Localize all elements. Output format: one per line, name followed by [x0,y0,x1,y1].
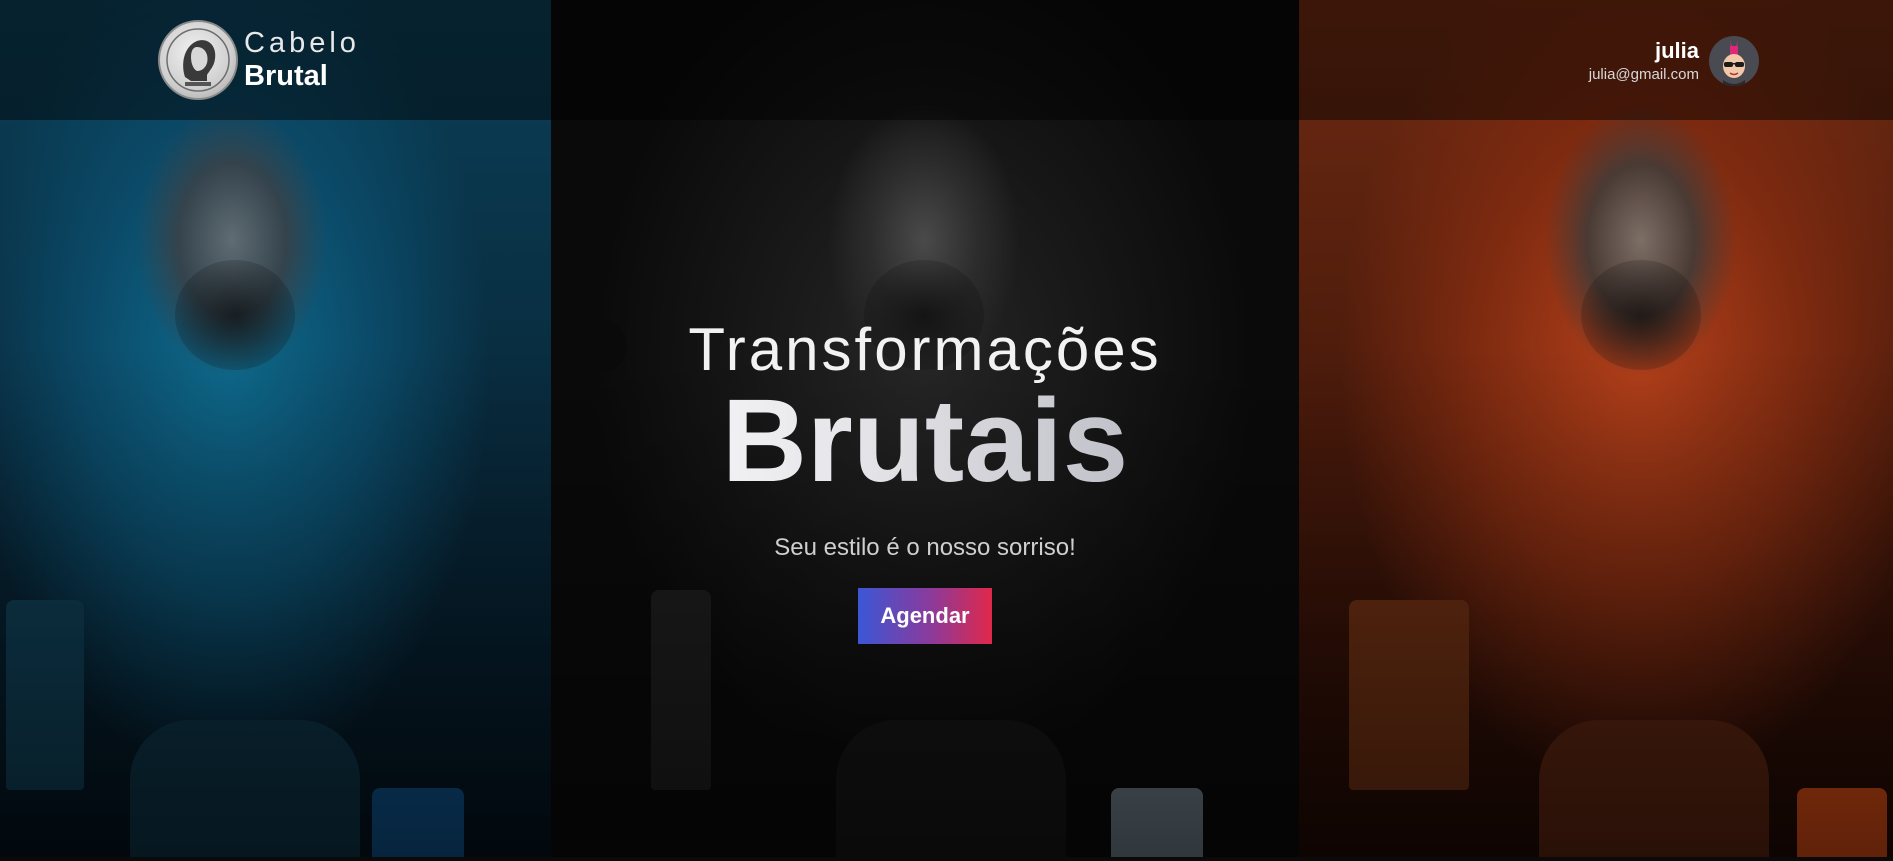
user-name: julia [1654,37,1699,63]
hero-section: Transformações Brutais Seu estilo é o no… [551,320,1299,644]
portrait-medallion-icon [158,20,238,100]
hero-subtitle: Seu estilo é o nosso sorriso! [774,534,1076,561]
brand-name-line1: Cabelo [244,27,360,59]
user-profile[interactable]: julia julia@gmail.com [1589,36,1759,86]
hero-title-line1: Transformações [688,316,1162,383]
user-email: julia@gmail.com [1588,65,1699,83]
agendar-button[interactable]: Agendar [858,588,992,644]
brand-logo-link[interactable]: Cabelo Brutal [158,20,360,100]
header-bar: Cabelo Brutal julia julia@gmail.com [0,0,1893,120]
background-panel-blue [0,0,551,861]
page-bottom-border [0,857,1893,861]
hero-title-line2: Brutais [551,382,1299,500]
background-panel-orange [1299,0,1893,861]
brand-name-line2: Brutal [244,60,328,92]
punk-avatar-icon[interactable] [1709,36,1759,86]
